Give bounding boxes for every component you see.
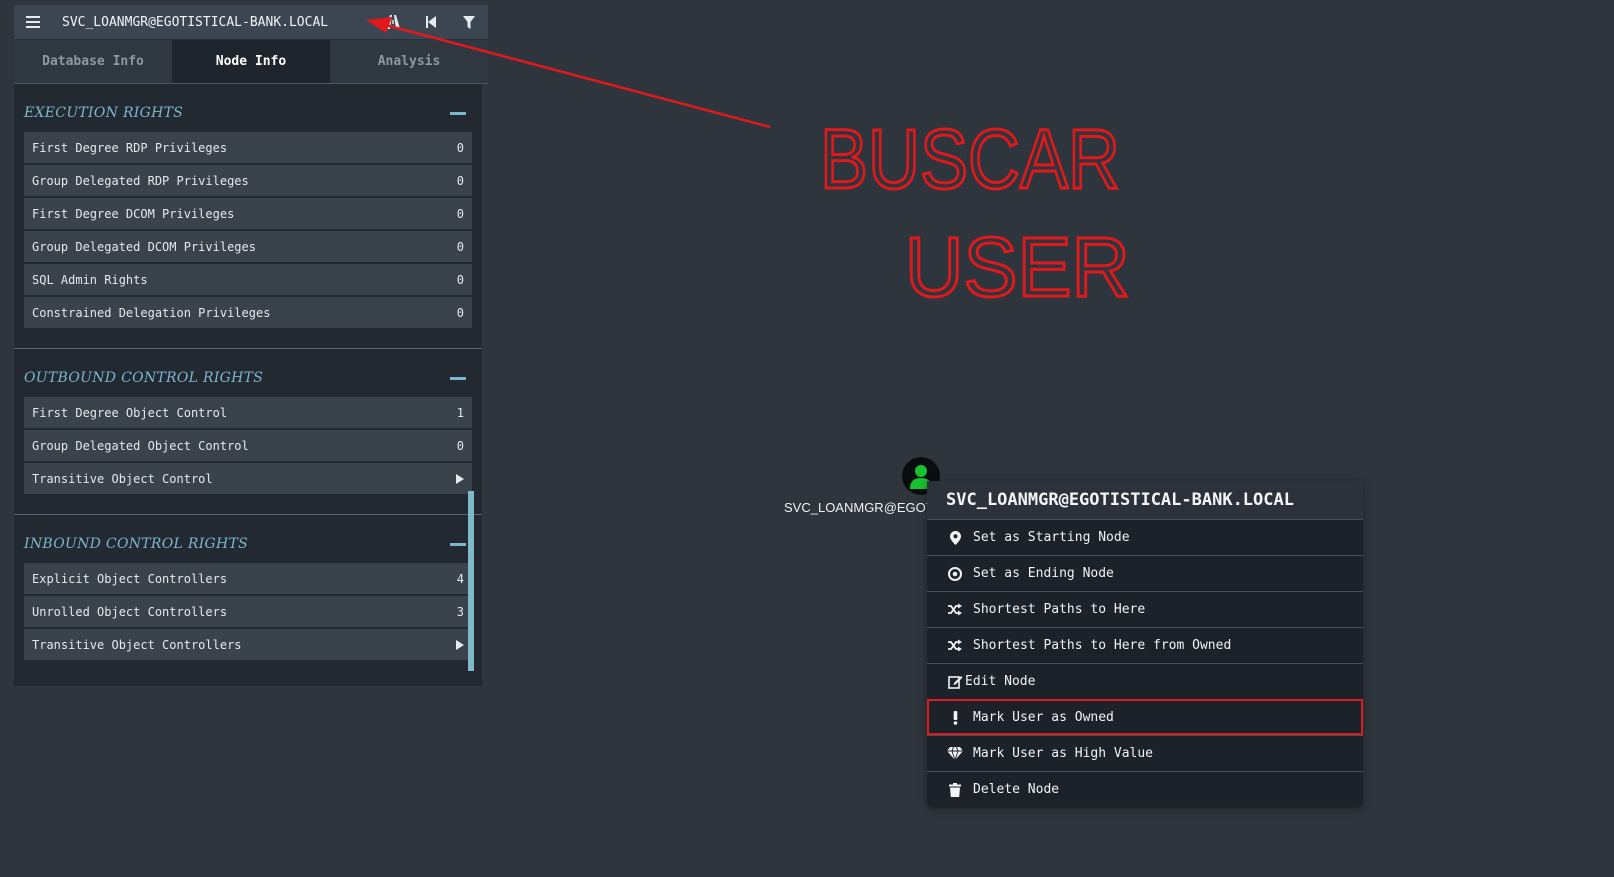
gem-icon: [947, 746, 963, 762]
road-icon: [386, 15, 400, 29]
row-label: Constrained Delegation Privileges: [32, 305, 271, 320]
filter-button[interactable]: [450, 5, 488, 39]
trash-icon: [947, 782, 963, 798]
menu-item-label: Set as Ending Node: [973, 566, 1114, 581]
row-label: Group Delegated Object Control: [32, 438, 249, 453]
section-inbound-control-rights: INBOUND CONTROL RIGHTS Explicit Object C…: [14, 515, 482, 680]
row-value[interactable]: 0: [457, 273, 464, 287]
table-row[interactable]: SQL Admin Rights 0: [24, 264, 472, 295]
row-label: Group Delegated RDP Privileges: [32, 173, 249, 188]
table-row[interactable]: Constrained Delegation Privileges 0: [24, 297, 472, 328]
node-info-panel: SVC_LOANMGR@EGOTISTICAL-BANK.LOCAL Datab…: [14, 5, 488, 686]
row-label: SQL Admin Rights: [32, 272, 148, 287]
row-value[interactable]: 0: [457, 174, 464, 188]
row-label: Transitive Object Controllers: [32, 637, 242, 652]
menu-item-label: Edit Node: [965, 674, 1036, 689]
step-backward-icon: [426, 16, 436, 28]
table-row[interactable]: Unrolled Object Controllers 3: [24, 596, 472, 627]
annotation-text-line1: BUSCAR: [820, 112, 1120, 206]
row-value[interactable]: 0: [457, 141, 464, 155]
table-row[interactable]: Group Delegated RDP Privileges 0: [24, 165, 472, 196]
row-label: First Degree Object Control: [32, 405, 228, 420]
menu-item-label: Mark User as High Value: [973, 746, 1154, 761]
context-menu-title: SVC_LOANMGR@EGOTISTICAL-BANK.LOCAL: [927, 481, 1363, 519]
row-value[interactable]: 4: [457, 572, 464, 586]
set-ending-node-item[interactable]: Set as Ending Node: [927, 555, 1363, 591]
section-outbound-control-rights: OUTBOUND CONTROL RIGHTS First Degree Obj…: [14, 349, 482, 515]
menu-item-label: Set as Starting Node: [973, 530, 1130, 545]
annotation-text-line2: USER: [905, 220, 1130, 314]
edit-icon: [947, 674, 963, 690]
table-row[interactable]: Group Delegated DCOM Privileges 0: [24, 231, 472, 262]
table-row[interactable]: Group Delegated Object Control 0: [24, 430, 472, 461]
pathfinding-button[interactable]: [374, 5, 412, 39]
node-info-content: EXECUTION RIGHTS First Degree RDP Privil…: [14, 84, 482, 686]
set-starting-node-item[interactable]: Set as Starting Node: [927, 519, 1363, 555]
section-title: INBOUND CONTROL RIGHTS: [24, 536, 249, 552]
tab-analysis[interactable]: Analysis: [330, 40, 488, 83]
table-row[interactable]: Explicit Object Controllers 4: [24, 563, 472, 594]
row-value[interactable]: 3: [457, 605, 464, 619]
random-icon: [947, 602, 963, 618]
hamburger-icon: [26, 16, 40, 28]
row-label: First Degree DCOM Privileges: [32, 206, 235, 221]
row-label: Explicit Object Controllers: [32, 571, 228, 586]
section-header: OUTBOUND CONTROL RIGHTS: [24, 359, 472, 397]
panel-tabs: Database Info Node Info Analysis: [14, 40, 488, 84]
random-icon: [947, 638, 963, 654]
section-title: OUTBOUND CONTROL RIGHTS: [24, 370, 264, 386]
play-icon[interactable]: [456, 473, 464, 484]
collapse-icon[interactable]: [450, 376, 466, 380]
mark-user-owned-item[interactable]: Mark User as Owned: [927, 699, 1363, 735]
tab-node-info[interactable]: Node Info: [172, 40, 330, 83]
delete-node-item[interactable]: Delete Node: [927, 771, 1363, 807]
menu-item-label: Delete Node: [973, 782, 1060, 797]
table-row[interactable]: First Degree Object Control 1: [24, 397, 472, 428]
collapse-icon[interactable]: [450, 542, 466, 546]
row-value[interactable]: 0: [457, 207, 464, 221]
back-button[interactable]: [412, 5, 450, 39]
filter-icon: [463, 15, 475, 29]
section-header: INBOUND CONTROL RIGHTS: [24, 525, 472, 563]
section-execution-rights: EXECUTION RIGHTS First Degree RDP Privil…: [14, 84, 482, 349]
table-row[interactable]: Transitive Object Control: [24, 463, 472, 494]
tab-database-info[interactable]: Database Info: [14, 40, 172, 83]
mark-user-high-value-item[interactable]: Mark User as High Value: [927, 735, 1363, 771]
row-value[interactable]: 0: [457, 240, 464, 254]
search-bar: SVC_LOANMGR@EGOTISTICAL-BANK.LOCAL: [14, 5, 488, 40]
bullseye-icon: [947, 566, 963, 582]
row-label: Group Delegated DCOM Privileges: [32, 239, 256, 254]
row-label: Transitive Object Control: [32, 471, 213, 486]
map-marker-icon: [947, 530, 963, 546]
panel-scrollbar[interactable]: [468, 491, 474, 671]
menu-item-label: Shortest Paths to Here from Owned: [973, 638, 1232, 653]
row-value[interactable]: 1: [457, 406, 464, 420]
shortest-paths-to-here-item[interactable]: Shortest Paths to Here: [927, 591, 1363, 627]
node-context-menu: SVC_LOANMGR@EGOTISTICAL-BANK.LOCAL Set a…: [927, 481, 1363, 807]
search-input[interactable]: SVC_LOANMGR@EGOTISTICAL-BANK.LOCAL: [52, 15, 374, 30]
table-row[interactable]: Transitive Object Controllers: [24, 629, 472, 660]
table-row[interactable]: First Degree RDP Privileges 0: [24, 132, 472, 163]
row-value[interactable]: 0: [457, 306, 464, 320]
exclamation-icon: [947, 710, 963, 726]
section-title: EXECUTION RIGHTS: [24, 105, 184, 121]
row-label: First Degree RDP Privileges: [32, 140, 228, 155]
play-icon[interactable]: [456, 639, 464, 650]
shortest-paths-from-owned-item[interactable]: Shortest Paths to Here from Owned: [927, 627, 1363, 663]
row-label: Unrolled Object Controllers: [32, 604, 228, 619]
node-label: SVC_LOANMGR@EGOTISTICAL-BANK.LOCAL: [784, 500, 934, 515]
menu-item-label: Mark User as Owned: [973, 710, 1114, 725]
edit-node-item[interactable]: Edit Node: [927, 663, 1363, 699]
table-row[interactable]: First Degree DCOM Privileges 0: [24, 198, 472, 229]
menu-item-label: Shortest Paths to Here: [973, 602, 1146, 617]
row-value[interactable]: 0: [457, 439, 464, 453]
collapse-icon[interactable]: [450, 111, 466, 115]
menu-button[interactable]: [14, 5, 52, 39]
section-header: EXECUTION RIGHTS: [24, 94, 472, 132]
